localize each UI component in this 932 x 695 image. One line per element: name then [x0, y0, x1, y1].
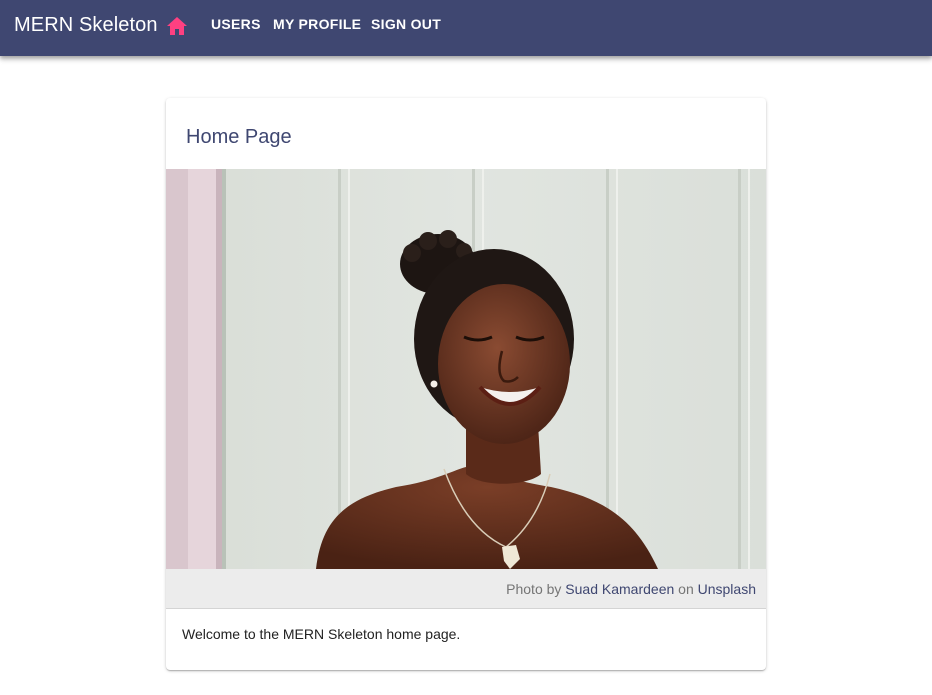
- unsplash-link[interactable]: Unsplash: [698, 581, 756, 597]
- credit-prefix: Photo by: [506, 581, 562, 597]
- card-photo: [166, 169, 766, 569]
- credit-on: on: [678, 581, 694, 597]
- home-card: Home Page Photo by Suad Kamardeen on Uns…: [166, 98, 766, 670]
- my-profile-button[interactable]: MY PROFILE: [273, 16, 361, 33]
- page-title: Home Page: [186, 126, 292, 148]
- app-bar: MERN Skeleton USERS MY PROFILE SIGN OUT: [0, 0, 932, 56]
- photographer-link[interactable]: Suad Kamardeen: [565, 581, 674, 597]
- home-icon: [167, 17, 187, 35]
- sign-out-button[interactable]: SIGN OUT: [371, 16, 441, 33]
- portrait-illustration: [166, 169, 766, 569]
- home-button[interactable]: [163, 12, 191, 40]
- users-button[interactable]: USERS: [211, 16, 261, 33]
- app-title: MERN Skeleton: [14, 14, 158, 36]
- welcome-text: Welcome to the MERN Skeleton home page.: [182, 626, 461, 642]
- photo-credit: Photo by Suad Kamardeen on Unsplash: [166, 569, 766, 609]
